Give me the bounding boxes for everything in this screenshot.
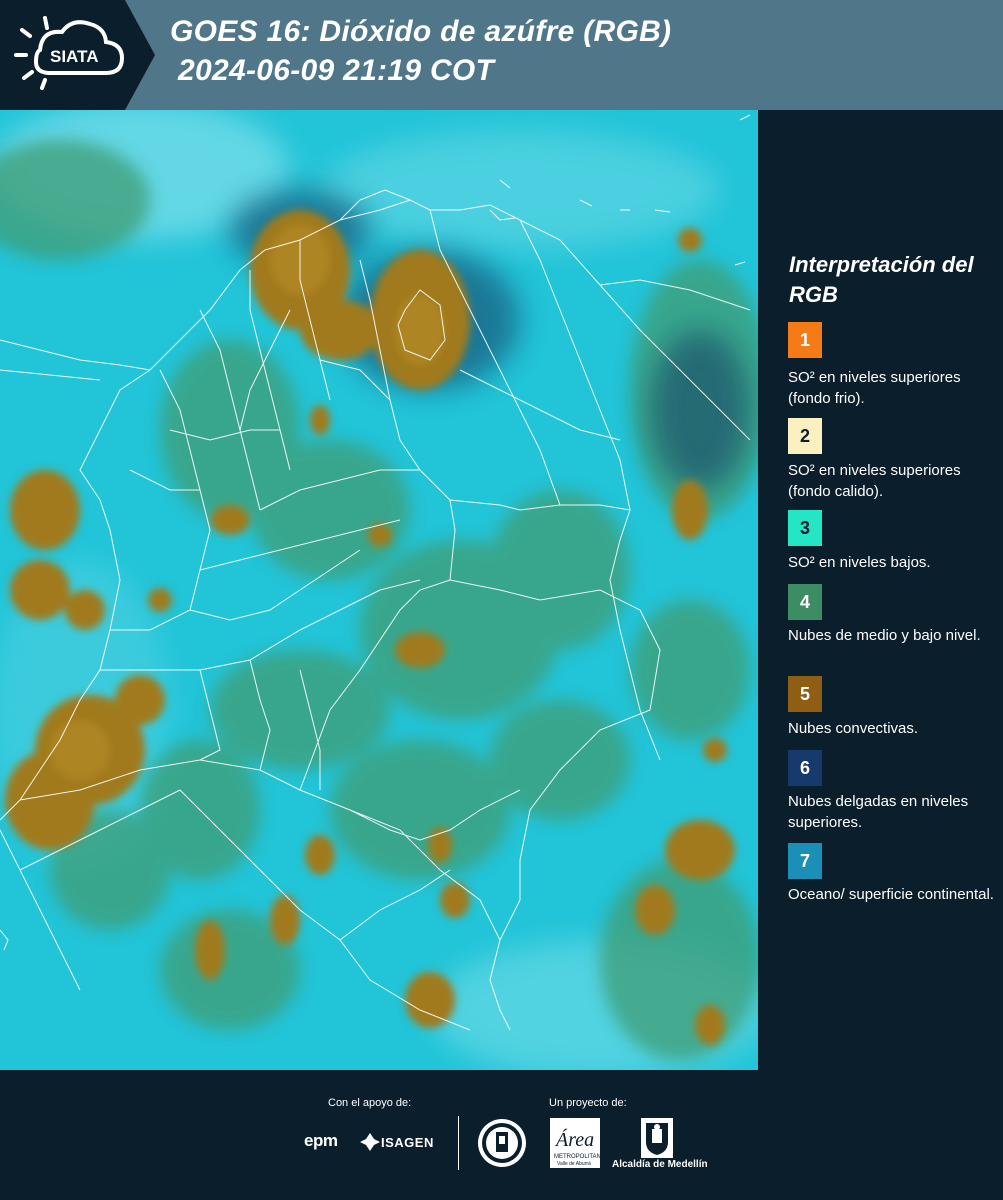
alcaldia-label: Alcaldía de Medellín bbox=[612, 1159, 708, 1170]
epm-logo: epm bbox=[304, 1131, 338, 1150]
timestamp-title: 2024-06-09 21:19 COT bbox=[178, 54, 495, 87]
legend-swatch-5: 5 bbox=[788, 676, 822, 712]
project-label: Un proyecto de: bbox=[549, 1097, 627, 1109]
legend-swatch-2: 2 bbox=[788, 418, 822, 454]
svg-text:Área: Área bbox=[554, 1128, 594, 1151]
legend-text-5: Nubes convectivas. bbox=[788, 720, 919, 737]
legend-number-1: 1 bbox=[799, 330, 810, 350]
isagen-logo: ISAGEN bbox=[381, 1135, 434, 1150]
satellite-map bbox=[0, 110, 758, 1070]
legend-number-7: 7 bbox=[799, 851, 810, 871]
siata-logo-text: SIATA bbox=[50, 47, 98, 66]
legend-text-6: Nubes delgadas en niveles superiores. bbox=[788, 793, 969, 831]
isagen-logo-icon bbox=[360, 1133, 380, 1151]
page: SIATA GOES 16: Dióxido de azúfre (RGB) 2… bbox=[0, 0, 1003, 1200]
legend-number-2: 2 bbox=[799, 426, 810, 446]
legend-text-4: Nubes de medio y bajo nivel. bbox=[788, 627, 981, 644]
legend-text-3: SO² en niveles bajos. bbox=[788, 554, 931, 571]
legend-swatch-1: 1 bbox=[788, 322, 822, 358]
header-bar: SIATA GOES 16: Dióxido de azúfre (RGB) 2… bbox=[0, 0, 1003, 110]
alcaldia-shield-logo bbox=[641, 1118, 673, 1158]
legend-number-4: 4 bbox=[799, 592, 810, 612]
area-metropolitana-logo: Área METROPOLITANA Valle de Aburrá bbox=[550, 1118, 600, 1168]
legend-title: Interpretación del RGB bbox=[789, 252, 974, 307]
svg-text:Valle de Aburrá: Valle de Aburrá bbox=[557, 1161, 591, 1167]
legend-number-6: 6 bbox=[799, 758, 810, 778]
siata-logo: SIATA bbox=[0, 0, 155, 110]
support-label: Con el apoyo de: bbox=[328, 1097, 412, 1109]
legend-swatch-7: 7 bbox=[788, 843, 822, 879]
legend-swatch-6: 6 bbox=[788, 750, 822, 786]
legend-number-5: 5 bbox=[799, 684, 810, 704]
legend-swatch-3: 3 bbox=[788, 510, 822, 546]
footer-divider bbox=[458, 1116, 459, 1170]
svg-text:METROPOLITANA: METROPOLITANA bbox=[554, 1154, 600, 1160]
medellin-seal-logo bbox=[478, 1119, 526, 1167]
legend-text-7: Oceano/ superficie continental. bbox=[788, 886, 994, 903]
footer: Con el apoyo de: Un proyecto de: epm ISA… bbox=[0, 1070, 1003, 1200]
legend-number-3: 3 bbox=[799, 518, 810, 538]
legend-panel: Interpretación del RGB 1 SO² en niveles … bbox=[760, 110, 1003, 1070]
page-title: GOES 16: Dióxido de azúfre (RGB) bbox=[170, 15, 672, 48]
legend-text-1: SO² en niveles superiores (fondo frio). bbox=[788, 369, 961, 407]
legend-swatch-4: 4 bbox=[788, 584, 822, 620]
